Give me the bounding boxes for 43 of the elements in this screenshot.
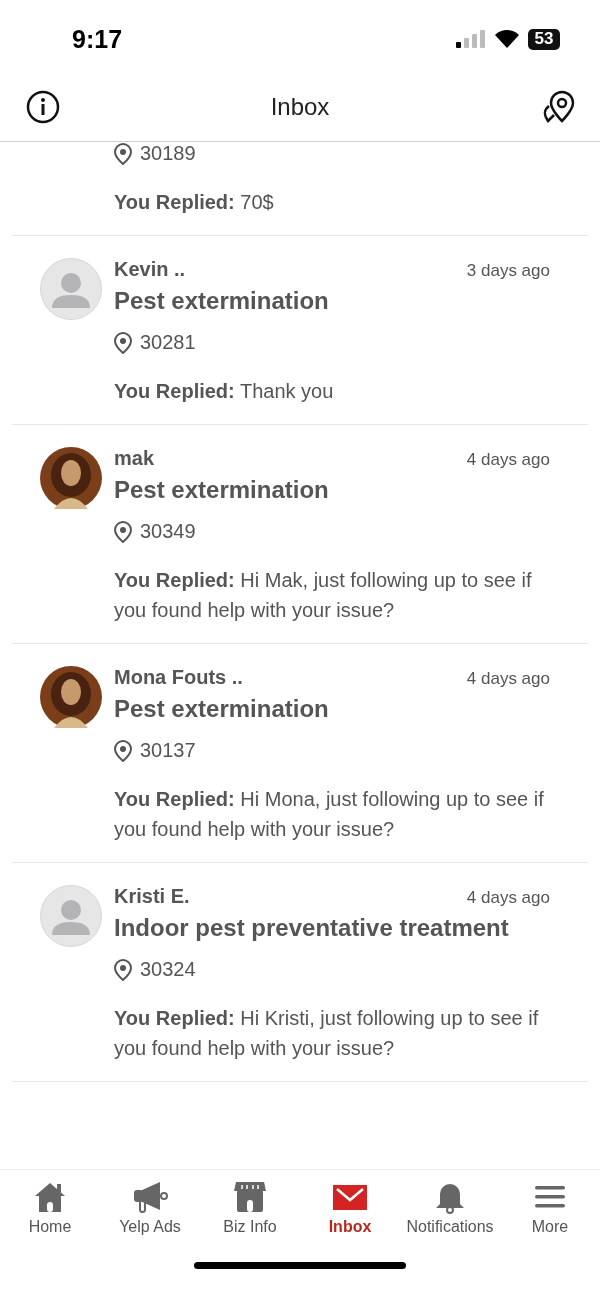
megaphone-icon <box>132 1180 168 1214</box>
tab-bar-item[interactable]: Home <box>2 1180 98 1236</box>
status-time: 9:17 <box>72 24 123 54</box>
battery-level: 53 <box>528 28 560 50</box>
signal-icon <box>456 30 486 48</box>
tab-bar-item[interactable]: Yelp Ads <box>102 1180 198 1236</box>
location-pin-icon <box>114 739 132 762</box>
reply-preview: You Replied: Hi Kristi, just following up to see if you found help with your issue? <box>114 1006 540 1061</box>
tab-bar-item[interactable]: Notifications <box>402 1180 498 1236</box>
message-time: 4 days ago <box>466 888 550 908</box>
storefront-icon <box>232 1180 268 1214</box>
zip-code: 30349 <box>140 520 196 543</box>
reply-preview: You Replied: Thank you <box>114 379 335 404</box>
tab-bar-item[interactable]: More <box>502 1180 598 1236</box>
location-pin-icon <box>114 958 132 981</box>
request-title: Pest extermination <box>114 695 330 723</box>
sender-name: Kristi E. <box>114 885 190 908</box>
reply-preview: You Replied: 70$ <box>114 190 275 215</box>
zip-code: 30137 <box>140 739 196 762</box>
tab-bar-item[interactable]: Inbox <box>302 1180 398 1236</box>
reply-preview: You Replied: Hi Mona, just following up to see if you found help with your issue? <box>114 787 545 842</box>
reply-preview: You Replied: Hi Mak, just following up to see if you found help with your issue? <box>114 568 533 623</box>
message-time: 3 days ago <box>466 261 550 281</box>
sender-name: Kevin .. <box>114 258 186 281</box>
info-icon[interactable] <box>26 89 60 124</box>
request-title: Pest extermination <box>114 287 330 315</box>
sender-name: mak <box>114 447 155 470</box>
message-time: 4 days ago <box>466 669 550 689</box>
default-avatar-icon <box>40 885 102 947</box>
message-time: 4 days ago <box>466 450 550 470</box>
location-pin-icon <box>114 142 132 165</box>
default-avatar-icon <box>40 258 102 320</box>
page-title: Inbox <box>270 92 330 121</box>
zip-code: 30324 <box>140 958 196 981</box>
wifi-icon <box>494 29 520 49</box>
zip-code: 30281 <box>140 331 196 354</box>
zip-code: 30189 <box>140 142 196 165</box>
sender-name: Mona Fouts .. <box>114 666 243 689</box>
tab-bar-item[interactable]: Biz Info <box>202 1180 298 1236</box>
location-pin-icon <box>114 520 132 543</box>
location-pin-icon <box>114 331 132 354</box>
request-title: Pest extermination <box>114 476 330 504</box>
request-title: Indoor pest preventative treatment <box>114 914 510 942</box>
